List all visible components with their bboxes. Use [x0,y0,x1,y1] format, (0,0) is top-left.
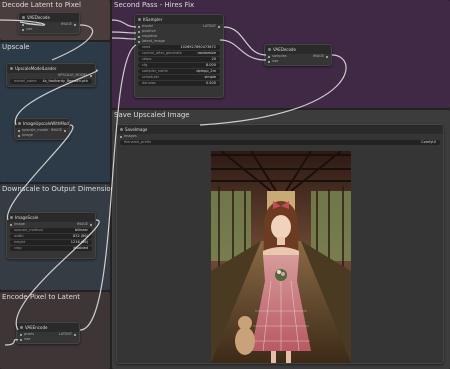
widget-value: 0.500 [205,81,216,85]
widget-value: 4x_foolhardy_Remacri.pth [42,79,88,83]
group-title: Downscale to Output Dimensions [2,185,119,193]
output-image[interactable]: IMAGE [77,222,93,227]
widget-label: model_name [14,79,37,83]
upscale-method-widget[interactable]: upscale_method bilinear [10,228,92,233]
input-images[interactable]: images [120,134,137,139]
input-image[interactable]: image [18,133,33,138]
output-latent[interactable]: LATENT [203,24,221,29]
node-vae-decode-2[interactable]: VAEDecode samples IMAGE vae [264,44,332,66]
denoise-widget[interactable]: denoise 0.500 [138,81,220,86]
widget-label: height [14,240,26,244]
sampler-name-widget[interactable]: sampler_name dpmpp_2m [138,69,220,74]
node-title[interactable]: KSampler [135,15,223,24]
group-title: Decode Latent to Pixel [2,1,81,9]
input-image[interactable]: image [10,222,25,227]
widget-value: simple [204,75,216,79]
node-title[interactable]: ImageUpscaleWithModel [15,119,69,128]
crop-widget[interactable]: crop disabled [10,246,92,251]
widget-value: 1216 (86) [70,240,88,244]
widget-value: disabled [73,246,88,250]
input-latent-image[interactable]: latent_image [138,39,165,44]
widget-label: denoise [142,81,156,85]
node-ksampler[interactable]: KSampler model LATENT positive negative l… [134,14,224,98]
widget-value: 8.000 [205,63,216,67]
group-title: Second Pass - Hires Fix [114,1,195,9]
output-image[interactable]: IMAGE [313,54,329,59]
widget-label: control_after_generate [142,51,182,55]
node-title[interactable]: VAEDecode [19,13,79,22]
widget-label: steps [142,57,152,61]
node-title[interactable]: ImageScale [7,213,95,222]
group-title: Upscale [2,43,30,51]
input-vae[interactable]: vae [20,337,30,342]
node-title[interactable]: UpscaleModelLoader [7,64,95,73]
node-vae-encode[interactable]: VAEEncode pixels LATENT vae [16,322,80,344]
widget-label: cfg [142,63,148,67]
widget-label: filename_prefix [124,140,152,144]
scheduler-widget[interactable]: scheduler simple [138,75,220,80]
widget-value: randomize [197,51,216,55]
output-image[interactable]: IMAGE [61,22,77,27]
widget-value: 20 [211,57,216,61]
input-vae[interactable]: vae [22,27,32,32]
control-after-generate-widget[interactable]: control_after_generate randomize [138,51,220,56]
width-widget[interactable]: width 832 (86) [10,234,92,239]
group-title: Encode Pixel to Latent [2,293,81,301]
input-vae[interactable]: vae [268,59,278,64]
node-title[interactable]: SaveImage [117,125,443,134]
node-title[interactable]: VAEDecode [265,45,331,54]
cfg-widget[interactable]: cfg 8.000 [138,63,220,68]
widget-label: crop [14,246,22,250]
filename-prefix-widget[interactable]: filename_prefix ComfyUI [120,140,440,145]
node-title[interactable]: VAEEncode [17,323,79,332]
widget-value: bilinear [74,228,88,232]
output-upscale-model[interactable]: UPSCALE_MODEL [58,73,93,78]
group-title: Save Upscaled Image [114,111,190,119]
node-upscale-model-loader[interactable]: UpscaleModelLoader UPSCALE_MODEL model_n… [6,63,96,87]
widget-label: sampler_name [142,69,168,73]
node-save-image[interactable]: SaveImage images filename_prefix ComfyUI [116,124,444,364]
widget-label: upscale_method [14,228,43,232]
output-image-preview[interactable] [211,151,351,363]
widget-label: scheduler [142,75,160,79]
node-graph-canvas[interactable]: Decode Latent to Pixel Upscale Downscale… [0,0,450,369]
widget-label: seed [142,45,151,49]
steps-widget[interactable]: steps 20 [138,57,220,62]
output-latent[interactable]: LATENT [59,332,77,337]
model-name-widget[interactable]: model_name 4x_foolhardy_Remacri.pth [10,79,92,84]
widget-value: ComfyUI [421,140,436,144]
height-widget[interactable]: height 1216 (86) [10,240,92,245]
seed-widget[interactable]: seed 1026927890473672 [138,45,220,50]
widget-value: 1026927890473672 [180,45,216,49]
node-image-scale[interactable]: ImageScale image IMAGE upscale_method bili… [6,212,96,259]
node-image-upscale-with-model[interactable]: ImageUpscaleWithModel upscale_model IMAGE… [14,118,70,140]
widget-label: width [14,234,24,238]
widget-value: dpmpp_2m [196,69,216,73]
node-vae-decode-1[interactable]: VAEDecode samples IMAGE vae [18,12,80,34]
generated-image-girl-in-greenhouse [211,151,351,363]
widget-value: 832 (86) [73,234,88,238]
output-image[interactable]: IMAGE [51,128,67,133]
